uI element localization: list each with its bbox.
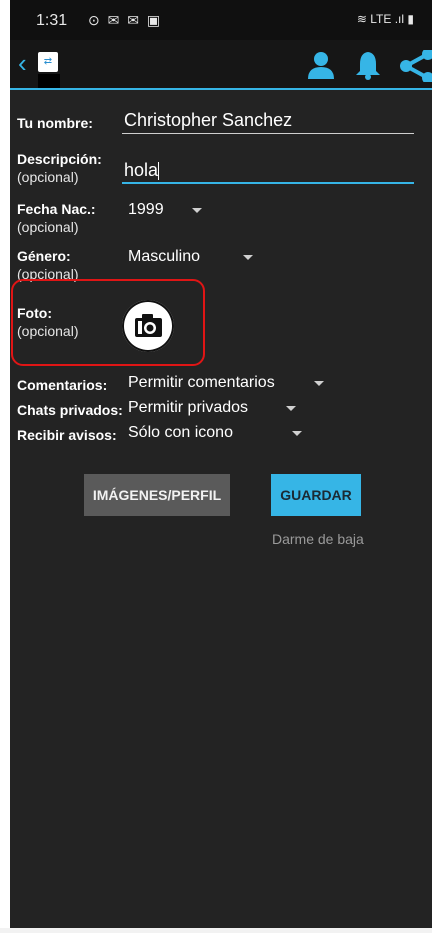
birth-label: Fecha Nac.: (opcional) — [17, 201, 96, 235]
name-label: Tu nombre: — [17, 115, 93, 131]
name-input-underline — [122, 133, 414, 134]
private-chats-label: Chats privados: — [17, 402, 123, 418]
private-chats-select[interactable]: Permitir privados — [128, 399, 248, 417]
chevron-left-icon[interactable]: ‹ — [18, 50, 27, 76]
description-label: Descripción: (opcional) — [17, 151, 102, 185]
person-icon[interactable] — [306, 50, 336, 80]
status-time: 1:31 — [36, 12, 68, 29]
app-toolbar: ‹ ⇄ — [10, 40, 432, 90]
notices-select[interactable]: Sólo con icono — [128, 424, 233, 442]
notices-label: Recibir avisos: — [17, 427, 117, 443]
app-logo[interactable]: ⇄ — [38, 52, 58, 72]
chevron-down-icon[interactable] — [192, 208, 202, 213]
camera-button[interactable] — [122, 300, 174, 352]
app-screen: 1:31 ⊙ ✉ ✉ ▣ ≋ LTE .ıl ▮ ‹ ⇄ Tu nombre: … — [10, 0, 432, 928]
chevron-down-icon[interactable] — [243, 255, 253, 260]
description-input-underline — [122, 182, 414, 184]
gender-label: Género: (opcional) — [17, 248, 79, 282]
bell-icon[interactable] — [354, 50, 382, 80]
bottom-strip — [0, 928, 432, 933]
status-bar: 1:31 ⊙ ✉ ✉ ▣ ≋ LTE .ıl ▮ — [10, 0, 432, 40]
description-input[interactable]: hola — [124, 160, 160, 181]
camera-icon — [135, 314, 162, 337]
comments-select[interactable]: Permitir comentarios — [128, 374, 275, 392]
photo-highlight-box — [11, 279, 205, 366]
signal-battery-icons: ≋ LTE .ıl ▮ — [356, 12, 414, 26]
logo-shadow — [38, 74, 60, 88]
name-input[interactable]: Christopher Sanchez — [124, 110, 292, 131]
gender-select[interactable]: Masculino — [128, 248, 200, 266]
chevron-down-icon[interactable] — [286, 406, 296, 411]
birth-year-select[interactable]: 1999 — [128, 201, 164, 219]
images-profile-button[interactable]: IMÁGENES/PERFIL — [84, 474, 230, 516]
notification-icons: ⊙ ✉ ✉ ▣ — [88, 12, 163, 28]
share-icon[interactable] — [398, 50, 432, 82]
unsubscribe-link[interactable]: Darme de baja — [272, 531, 364, 547]
save-button[interactable]: GUARDAR — [271, 474, 361, 516]
toolbar-divider — [10, 88, 432, 90]
chevron-down-icon[interactable] — [292, 431, 302, 436]
comments-label: Comentarios: — [17, 377, 108, 393]
chevron-down-icon[interactable] — [314, 381, 324, 386]
